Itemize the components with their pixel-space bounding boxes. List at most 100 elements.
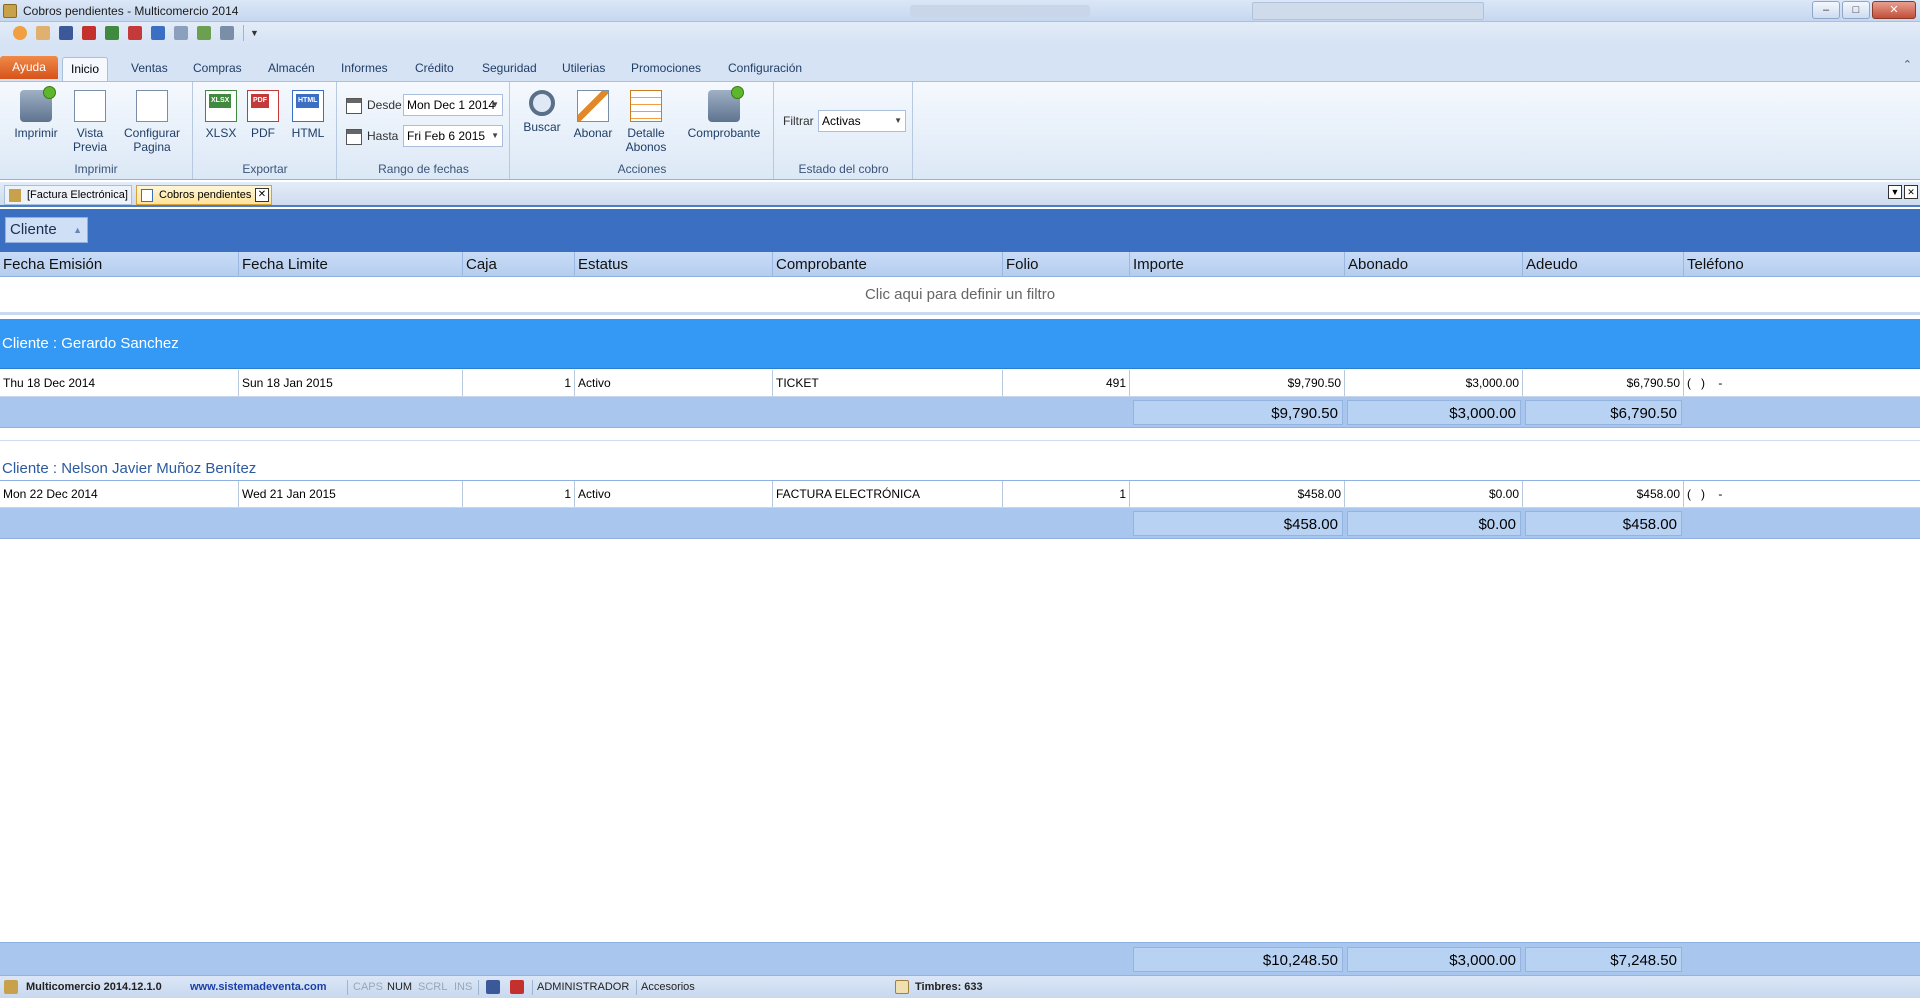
facebook-icon[interactable] [56,24,76,42]
xlsx-icon[interactable] [102,24,122,42]
column-header-telefono[interactable]: Teléfono [1684,252,1920,277]
chevron-down-icon[interactable]: ▼ [491,95,499,115]
hasta-value: Fri Feb 6 2015 [407,129,486,143]
group-by-cliente-chip[interactable]: Cliente ▲ [5,217,88,243]
vista-previa-button[interactable]: Vista Previa [68,90,112,154]
blurred-field [1252,2,1484,20]
column-header-adeudo[interactable]: Adeudo [1523,252,1684,277]
website-link[interactable]: www.sistemadeventa.com [190,976,327,998]
tab-compras[interactable]: Compras [185,57,250,81]
chevron-down-icon[interactable]: ▼ [894,111,902,131]
accesorios-label[interactable]: Accesorios [641,976,695,998]
comprobante-button[interactable]: Comprobante [684,86,764,140]
configurar-pagina-button[interactable]: Configurar Pagina [118,90,186,154]
close-document-icon[interactable]: ✕ [1904,185,1918,199]
tab-ayuda[interactable]: Ayuda [0,56,58,79]
tab-list-dropdown-icon[interactable]: ▼ [1888,185,1902,199]
group-imprimir: Imprimir Vista Previa Configurar Pagina … [0,82,193,179]
pdf-icon[interactable] [125,24,145,42]
tab-promociones[interactable]: Promociones [623,57,709,81]
export-pdf-button[interactable]: PDF PDF [244,90,282,140]
detalle-label-2: Abonos [625,140,667,154]
receipt-printer-icon [708,86,744,122]
tab-credito[interactable]: Crédito [407,57,462,81]
customize-dropdown-icon[interactable]: ▼ [250,28,259,38]
book-icon [9,189,21,202]
page-setup-doc-icon [136,90,168,122]
summary-adeudo: $458.00 [1525,511,1682,536]
filtrar-select[interactable]: Activas ▼ [818,110,906,132]
column-header-importe[interactable]: Importe [1130,252,1345,277]
table-row[interactable]: Thu 18 Dec 2014 Sun 18 Jan 2015 1 Activo… [0,370,1920,397]
doctab-cobros-pendientes[interactable]: Cobros pendientes ✕ [136,185,272,205]
html-icon[interactable] [148,24,168,42]
detalle-abonos-button[interactable]: Detalle Abonos [621,90,671,154]
window-title: Cobros pendientes - Multicomercio 2014 [23,3,239,18]
tab-utilerias[interactable]: Utilerias [554,57,613,81]
column-header-fecha-emision[interactable]: Fecha Emisión [0,252,239,277]
tab-inicio[interactable]: Inicio [62,57,109,81]
abonar-button[interactable]: Abonar [570,90,616,140]
window-controls: – □ ✕ [1812,1,1916,19]
printer-icon [20,86,56,122]
tab-ventas[interactable]: Ventas [123,57,176,81]
preview-icon[interactable] [171,24,191,42]
cell-caja: 1 [463,481,575,507]
column-header-folio[interactable]: Folio [1003,252,1130,277]
group-header-label: Cliente : Gerardo Sanchez [2,335,179,352]
column-header-abonado[interactable]: Abonado [1345,252,1523,277]
quick-access-toolbar: ▼ [0,22,1920,44]
column-header-fecha-limite[interactable]: Fecha Limite [239,252,463,277]
group-exportar-label: Exportar [242,162,288,176]
table-row[interactable]: Mon 22 Dec 2014 Wed 21 Jan 2015 1 Activo… [0,481,1920,508]
html-label: HTML [291,126,325,140]
status-separator [478,980,479,995]
num-indicator: NUM [387,981,413,993]
chevron-down-icon[interactable]: ▼ [491,126,499,146]
tab-configuracion[interactable]: Configuración [720,57,810,81]
buscar-button[interactable]: Buscar [519,90,565,134]
tab-almacen[interactable]: Almacén [260,57,323,81]
group-rango-label: Rango de fechas [378,162,469,176]
filter-row[interactable]: Clic aqui para definir un filtro [0,278,1920,315]
cell-folio: 1 [1003,481,1130,507]
hasta-date-field[interactable]: Fri Feb 6 2015 ▼ [403,125,503,147]
cell-abonado: $3,000.00 [1345,370,1523,396]
column-header-comprobante[interactable]: Comprobante [773,252,1003,277]
export-xlsx-button[interactable]: XLSX XLSX [202,90,240,140]
cell-fecha-limite: Wed 21 Jan 2015 [239,481,463,507]
users-icon[interactable] [33,24,53,42]
doctab-factura-electronica[interactable]: [Factura Electrónica] [4,185,132,205]
ok-printer-icon[interactable] [194,24,214,42]
maximize-button[interactable]: □ [1842,1,1870,19]
group-estado-label: Estado del cobro [798,162,889,176]
vista-previa-label-1: Vista [76,126,104,140]
cell-importe: $9,790.50 [1130,370,1345,396]
tab-informes[interactable]: Informes [333,57,396,81]
imprimir-label: Imprimir [14,126,58,140]
ribbon-collapse-icon[interactable]: ⌃ [1903,58,1912,71]
desde-date-field[interactable]: Mon Dec 1 2014 ▼ [403,94,503,116]
filtrar-value: Activas [822,114,861,128]
column-header-estatus[interactable]: Estatus [575,252,773,277]
group-header-row[interactable]: Cliente : Nelson Javier Muñoz Benítez [0,440,1920,481]
hasta-label: Hasta [367,129,399,143]
youtube-icon[interactable] [79,24,99,42]
youtube-icon[interactable] [510,980,524,994]
group-exportar: XLSX XLSX PDF PDF HTML HTML Exportar [194,82,337,179]
imprimir-button[interactable]: Imprimir [10,86,62,140]
hand-icon[interactable] [10,24,30,42]
cell-estatus: Activo [575,370,773,396]
ribbon-panel: Imprimir Vista Previa Configurar Pagina … [0,81,1920,180]
close-tab-icon[interactable]: ✕ [255,188,269,202]
summary-importe: $458.00 [1133,511,1343,536]
facebook-icon[interactable] [486,980,500,994]
page-setup-icon[interactable] [217,24,237,42]
tab-seguridad[interactable]: Seguridad [474,57,545,81]
export-html-button[interactable]: HTML HTML [286,90,330,140]
column-header-caja[interactable]: Caja [463,252,575,277]
minimize-button[interactable]: – [1812,1,1840,19]
group-header-row[interactable]: Cliente : Gerardo Sanchez [0,319,1920,369]
close-button[interactable]: ✕ [1872,1,1916,19]
group-summary-row: $458.00 $0.00 $458.00 [0,508,1920,539]
